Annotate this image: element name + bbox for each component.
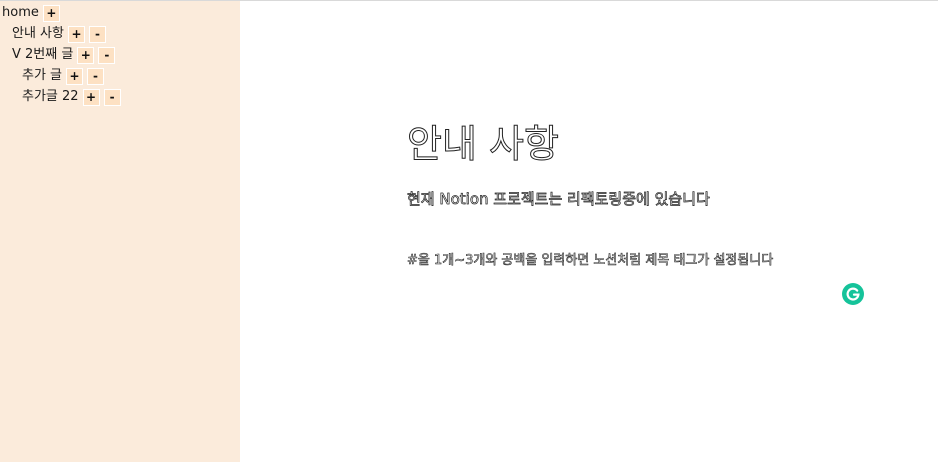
add-page-button[interactable]: + — [67, 25, 85, 43]
document-tip-text[interactable]: #을 1개~3개와 공백을 입력하면 노션처럼 제목 태그가 설정됩니다 — [407, 252, 774, 270]
page-title[interactable]: 안내 사항 — [407, 119, 560, 169]
delete-page-button[interactable]: - — [98, 46, 116, 64]
add-page-button[interactable]: + — [82, 88, 100, 106]
sidebar-item-label[interactable]: 추가 글 — [22, 67, 62, 85]
delete-page-button[interactable]: - — [103, 88, 121, 106]
sidebar-item-label[interactable]: home — [2, 4, 39, 22]
sidebar-item-notice[interactable]: 안내 사항 + - — [12, 25, 106, 43]
delete-page-button[interactable]: - — [87, 67, 105, 85]
grammarly-g-glyph — [846, 287, 860, 301]
sidebar-item-label[interactable]: 안내 사항 — [12, 25, 64, 43]
sidebar-item-second-post[interactable]: V 2번째 글 + - — [12, 46, 116, 64]
add-page-button[interactable]: + — [42, 4, 60, 22]
grammarly-icon[interactable] — [842, 283, 864, 305]
sidebar-item-added-post-22[interactable]: 추가글 22 + - — [22, 88, 121, 106]
document-body-text[interactable]: 현재 Notion 프로젝트는 리팩토링중에 있습니다 — [407, 189, 711, 209]
delete-page-button[interactable]: - — [88, 25, 106, 43]
sidebar-item-home[interactable]: home + — [2, 4, 60, 22]
sidebar-item-label[interactable]: 추가글 22 — [22, 88, 79, 106]
sidebar-item-label[interactable]: V 2번째 글 — [12, 46, 73, 64]
add-page-button[interactable]: + — [77, 46, 95, 64]
add-page-button[interactable]: + — [66, 67, 84, 85]
app-window: home + 안내 사항 + - V 2번째 글 + - 추가 글 + - 추가… — [0, 0, 938, 462]
document-editor[interactable]: 안내 사항 현재 Notion 프로젝트는 리팩토링중에 있습니다 #을 1개~… — [240, 1, 938, 462]
sidebar-item-added-post[interactable]: 추가 글 + - — [22, 67, 105, 85]
sidebar: home + 안내 사항 + - V 2번째 글 + - 추가 글 + - 추가… — [0, 1, 240, 462]
